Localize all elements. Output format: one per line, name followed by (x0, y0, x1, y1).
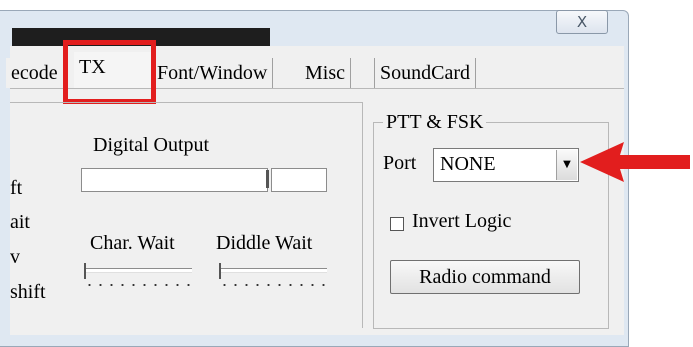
port-label: Port (383, 152, 417, 174)
tab-soundcard[interactable]: SoundCard (374, 58, 476, 88)
digital-output-thumb[interactable] (266, 170, 269, 188)
port-select[interactable]: NONE ▼ (433, 148, 579, 182)
arrow-shape (580, 142, 690, 182)
red-arrow-annotation (580, 142, 690, 182)
label-v-partial: v (10, 246, 20, 268)
invert-logic-label[interactable]: Invert Logic (412, 210, 511, 233)
char-wait-thumb[interactable] (84, 263, 86, 279)
chevron-down-icon[interactable]: ▼ (556, 150, 577, 180)
label-wait-partial: ait (10, 211, 30, 233)
tab-decode[interactable]: ecode (6, 58, 64, 88)
char-wait-label: Char. Wait (90, 232, 175, 254)
label-shift-partial: ft (10, 177, 23, 199)
char-wait-slider[interactable] (84, 268, 192, 273)
diddle-wait-label: Diddle Wait (216, 232, 313, 254)
diddle-wait-slider[interactable] (219, 268, 327, 273)
digital-output-slider[interactable] (81, 168, 268, 192)
tab-misc[interactable]: Misc (300, 58, 351, 88)
diddle-wait-thumb[interactable] (219, 263, 221, 279)
diddle-wait-ticks (219, 282, 327, 288)
invert-logic-checkbox[interactable] (390, 217, 404, 231)
char-wait-ticks (84, 282, 192, 288)
digital-output-value-field[interactable] (271, 168, 327, 192)
digital-output-label: Digital Output (93, 134, 210, 156)
close-button[interactable]: X (556, 10, 608, 34)
label-shift: shift (10, 281, 46, 303)
tab-font-window[interactable]: Font/Window (152, 58, 274, 88)
close-icon: X (576, 13, 588, 31)
radio-command-button[interactable]: Radio command (390, 260, 580, 294)
port-select-value: NONE (440, 153, 496, 175)
tx-tab-highlight (63, 40, 156, 104)
ptt-fsk-title: PTT & FSK (383, 111, 487, 134)
